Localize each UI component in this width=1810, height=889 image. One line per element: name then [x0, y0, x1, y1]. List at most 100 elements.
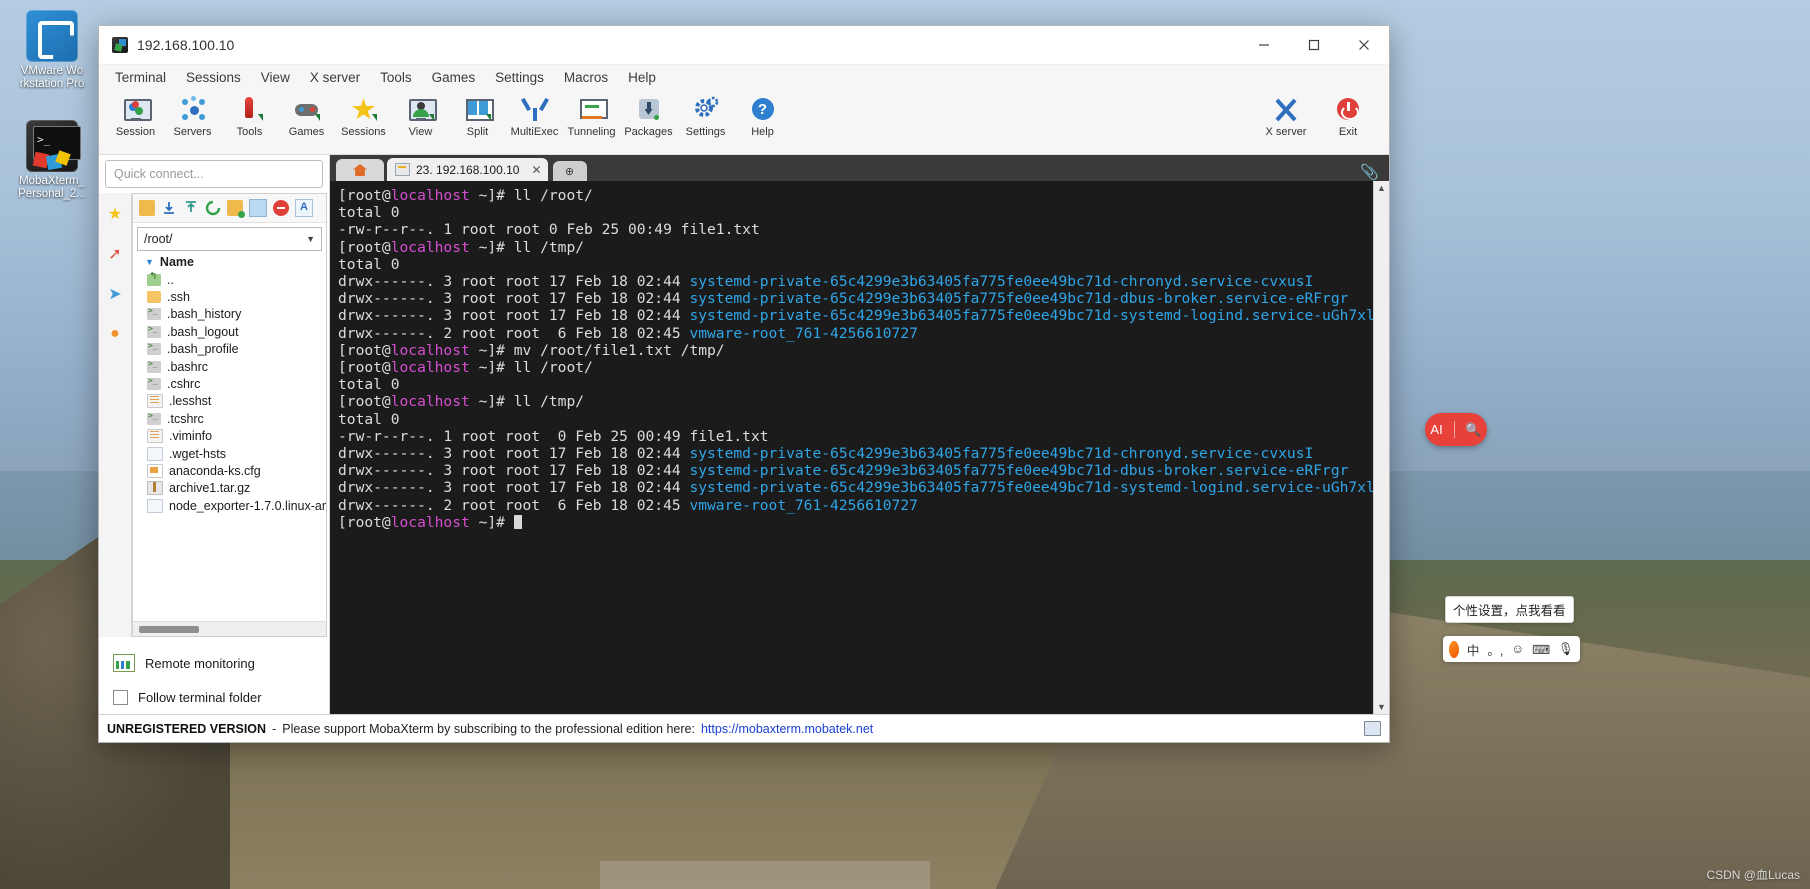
scrollbar-thumb[interactable] — [139, 625, 199, 633]
menu-macros[interactable]: Macros — [554, 67, 618, 88]
upload-icon[interactable] — [183, 200, 199, 216]
help-question-icon: ? — [749, 96, 777, 124]
list-item[interactable]: .lesshst — [137, 393, 326, 410]
horizontal-scrollbar[interactable] — [133, 621, 326, 636]
desktop-icon-mobaxterm[interactable]: MobaXterm_ Personal_2... — [4, 120, 100, 201]
screen-indicator-icon[interactable] — [1364, 721, 1381, 736]
text-mode-icon[interactable]: A — [295, 199, 313, 217]
vtab-favorites[interactable]: ★ — [102, 199, 128, 229]
shell-file-icon — [147, 341, 161, 356]
home-tab[interactable] — [336, 159, 384, 181]
vtab-sftp[interactable]: ➚ — [102, 239, 128, 269]
toolbar-tools[interactable]: Tools — [221, 92, 278, 138]
desktop-icon-vmware[interactable]: VMware Wo rkstation Pro — [4, 10, 100, 91]
list-item[interactable]: node_exporter-1.7.0.linux-amd — [137, 497, 326, 514]
list-item[interactable]: .bash_profile — [137, 341, 326, 358]
minimize-button[interactable] — [1239, 26, 1289, 64]
status-dash: - — [272, 721, 277, 736]
menu-x-server[interactable]: X server — [300, 67, 370, 88]
list-item[interactable]: .bash_logout — [137, 323, 326, 340]
terminal-output[interactable]: [root@localhost ~]# ll /root/total 0 -rw-… — [330, 181, 1373, 714]
list-item[interactable]: .bash_history — [137, 306, 326, 323]
menu-games[interactable]: Games — [422, 67, 486, 88]
search-icon[interactable]: 🔍 — [1465, 422, 1481, 438]
toolbar-help[interactable]: ? Help — [734, 92, 791, 138]
list-item[interactable]: .tcshrc — [137, 410, 326, 427]
column-header-name[interactable]: ▼ Name — [133, 253, 326, 271]
scroll-up-arrow[interactable]: ▲ — [1377, 181, 1386, 195]
ai-assistant-widget[interactable]: AI 🔍 — [1425, 413, 1487, 446]
mobaxterm-icon — [26, 120, 81, 172]
toolbar-sessions[interactable]: Sessions — [335, 92, 392, 138]
new-file-icon[interactable] — [249, 199, 267, 217]
menu-sessions[interactable]: Sessions — [176, 67, 251, 88]
toolbar-settings[interactable]: Settings — [677, 92, 734, 138]
list-item[interactable]: .bashrc — [137, 358, 326, 375]
quick-connect-input[interactable]: Quick connect... — [105, 160, 323, 188]
toolbar-session[interactable]: Session — [107, 92, 164, 138]
close-icon[interactable]: ✕ — [531, 163, 541, 177]
follow-terminal-folder-row[interactable]: Follow terminal folder — [99, 681, 329, 714]
file-list: .. .ssh .bash_history .bash_logout .bash… — [133, 271, 326, 621]
paperclip-icon[interactable]: 📎 — [1360, 163, 1379, 181]
rocket-icon: ➚ — [108, 246, 122, 263]
download-icon[interactable] — [161, 200, 177, 216]
menu-terminal[interactable]: Terminal — [105, 67, 176, 88]
chevron-down-icon[interactable]: ▼ — [306, 234, 315, 244]
ime-mic-icon[interactable]: 🎙 — [1558, 642, 1574, 657]
sogou-logo-icon[interactable] — [1449, 640, 1459, 658]
mobatek-link[interactable]: https://mobaxterm.mobatek.net — [701, 722, 873, 736]
list-item[interactable]: .ssh — [137, 288, 326, 305]
follow-terminal-folder-label: Follow terminal folder — [138, 690, 262, 705]
up-folder-icon[interactable] — [139, 200, 155, 216]
ime-keyboard-icon[interactable]: ⌨ — [1532, 642, 1550, 657]
toolbar-exit[interactable]: Exit — [1317, 92, 1379, 138]
vtab-tools[interactable]: ➤ — [102, 279, 128, 309]
ime-emoji-icon[interactable]: ☺ — [1511, 642, 1524, 656]
close-button[interactable] — [1339, 26, 1389, 64]
toolbar-multiexec[interactable]: MultiExec — [506, 92, 563, 138]
ime-lang-toggle[interactable]: 中 — [1467, 640, 1480, 659]
window-title: 192.168.100.10 — [137, 37, 235, 53]
maximize-button[interactable] — [1289, 26, 1339, 64]
menu-view[interactable]: View — [251, 67, 300, 88]
menu-settings[interactable]: Settings — [485, 67, 554, 88]
toolbar-tunneling[interactable]: Tunneling — [563, 92, 620, 138]
refresh-icon[interactable] — [205, 200, 221, 216]
list-item[interactable]: archive1.tar.gz — [137, 480, 326, 497]
list-item[interactable]: .viminfo — [137, 428, 326, 445]
mobaxterm-window: 192.168.100.10 Terminal Sessions View X … — [98, 25, 1390, 743]
menu-help[interactable]: Help — [618, 67, 666, 88]
list-item[interactable]: .cshrc — [137, 375, 326, 392]
left-panel-footer: Remote monitoring Follow terminal folder — [99, 637, 329, 714]
file-name: .tcshrc — [167, 411, 204, 426]
remote-monitoring-button[interactable]: Remote monitoring — [99, 645, 329, 681]
new-folder-icon[interactable] — [227, 200, 245, 218]
unregistered-label: UNREGISTERED VERSION — [107, 721, 267, 736]
desktop-icon-mobaxterm-line1: MobaXterm_ — [19, 175, 85, 187]
follow-terminal-folder-checkbox[interactable] — [113, 690, 128, 705]
shell-file-icon — [147, 411, 161, 425]
terminal-scrollbar[interactable]: ▲ ▼ — [1373, 181, 1389, 714]
toolbar-packages[interactable]: Packages — [620, 92, 677, 138]
list-item[interactable]: .wget-hsts — [137, 445, 326, 462]
toolbar-view[interactable]: View — [392, 92, 449, 138]
tab-session[interactable]: 23. 192.168.100.10 ✕ — [387, 158, 548, 181]
delete-icon[interactable] — [273, 200, 289, 216]
list-item[interactable]: .. — [137, 271, 326, 288]
list-item[interactable]: anaconda-ks.cfg — [137, 462, 326, 479]
multiexec-icon — [520, 96, 549, 124]
path-input[interactable]: /root/ ▼ — [137, 227, 322, 251]
toolbar-games[interactable]: Games — [278, 92, 335, 138]
toolbar-servers[interactable]: Servers — [164, 92, 221, 138]
file-name: .bash_profile — [167, 342, 239, 357]
vtab-games[interactable]: ● — [102, 319, 128, 349]
scroll-down-arrow[interactable]: ▼ — [1377, 700, 1386, 714]
menu-tools[interactable]: Tools — [370, 67, 422, 88]
toolbar-split[interactable]: Split — [449, 92, 506, 138]
file-name: .bash_logout — [167, 324, 239, 339]
new-tab-button[interactable]: ⊕ — [552, 161, 587, 181]
ime-punctuation-toggle[interactable]: 。, — [1487, 640, 1503, 659]
toolbar-x-server[interactable]: X server — [1255, 92, 1317, 138]
window-titlebar: 192.168.100.10 — [99, 26, 1389, 65]
